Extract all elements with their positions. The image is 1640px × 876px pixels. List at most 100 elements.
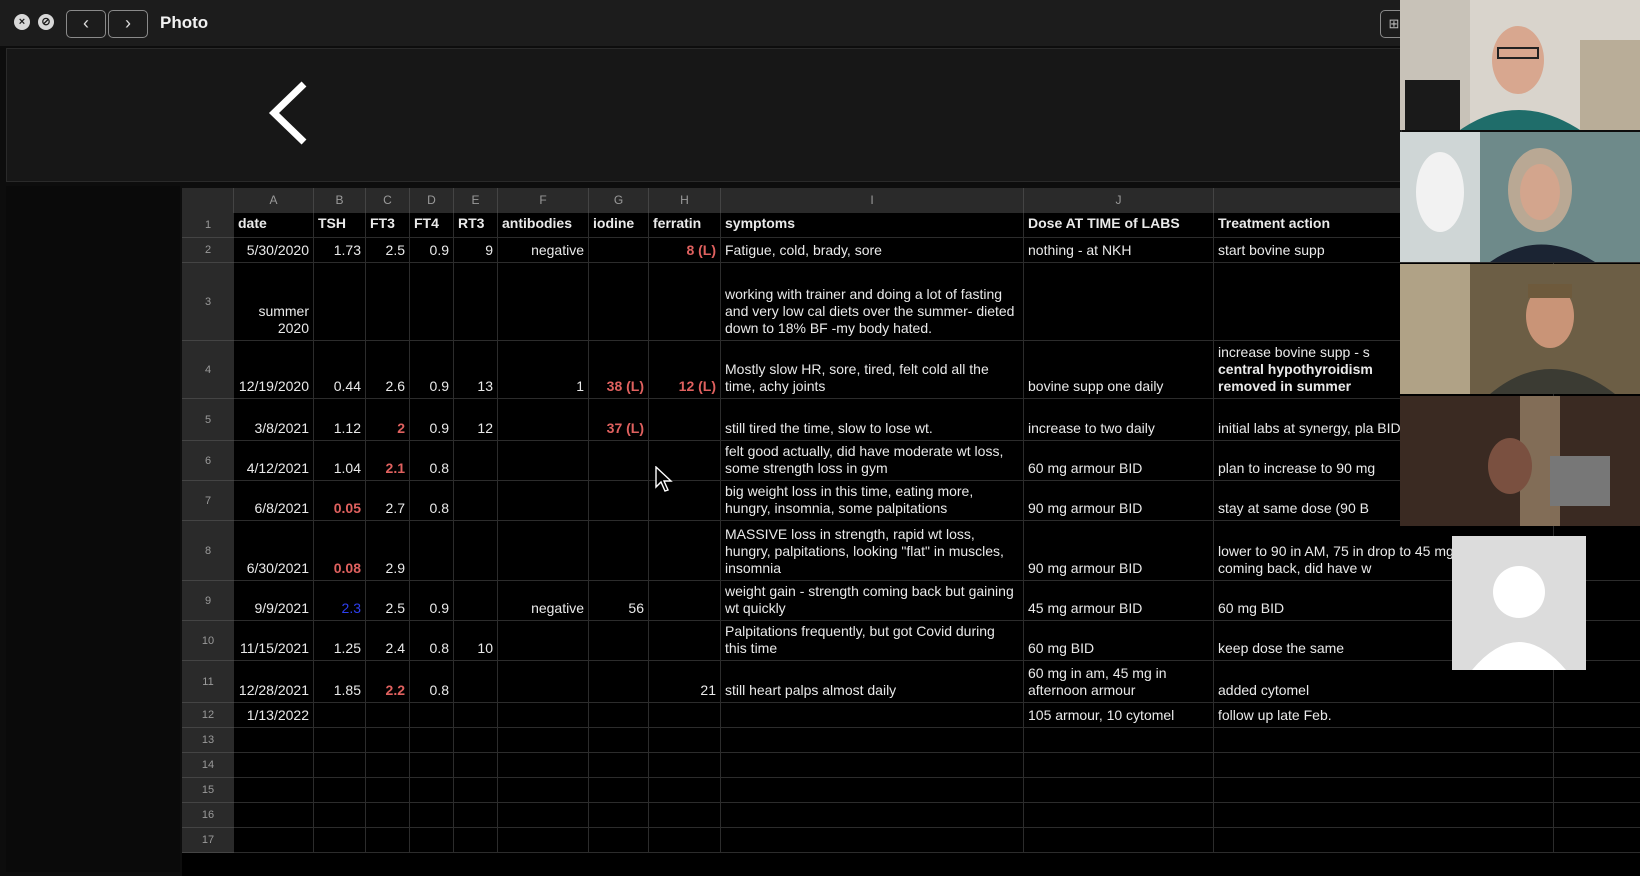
cell-tsh[interactable]	[314, 753, 366, 777]
cell-ft3[interactable]: 2.9	[366, 521, 410, 580]
column-header-d[interactable]: D	[410, 188, 454, 213]
cell-tsh[interactable]: 0.05	[314, 481, 366, 520]
cell-antibodies[interactable]	[498, 263, 589, 340]
cell-tsh[interactable]: 1.12	[314, 399, 366, 440]
cell-iodine[interactable]	[589, 521, 649, 580]
cell-date[interactable]	[234, 778, 314, 802]
cell-rt3[interactable]: 10	[454, 621, 498, 660]
back-button[interactable]: ‹	[66, 10, 106, 38]
cell-ft3[interactable]: 2.7	[366, 481, 410, 520]
cell-date[interactable]: 1/13/2022	[234, 703, 314, 727]
column-header-j[interactable]: J	[1024, 188, 1214, 213]
cell-symptoms[interactable]: Fatigue, cold, brady, sore	[721, 238, 1024, 262]
cell-antibodies[interactable]	[498, 481, 589, 520]
cell-tsh[interactable]: 1.04	[314, 441, 366, 480]
cell-iodine[interactable]	[589, 703, 649, 727]
cell-iodine[interactable]	[589, 728, 649, 752]
cell-iodine[interactable]	[589, 621, 649, 660]
cell-symptoms[interactable]: MASSIVE loss in strength, rapid wt loss,…	[721, 521, 1024, 580]
cell-symptoms[interactable]: Palpitations frequently, but got Covid d…	[721, 621, 1024, 660]
column-title-dose[interactable]: Dose AT TIME of LABS	[1024, 213, 1214, 237]
cell-symptoms[interactable]: working with trainer and doing a lot of …	[721, 263, 1024, 340]
cell-ft4[interactable]: 0.8	[410, 661, 454, 702]
minimize-icon[interactable]: ⊘	[38, 14, 54, 30]
cell-dose[interactable]: 90 mg armour BID	[1024, 521, 1214, 580]
cell-ferratin[interactable]: 12 (L)	[649, 341, 721, 398]
row-header[interactable]: 13	[182, 728, 234, 753]
cell-tsh[interactable]: 1.85	[314, 661, 366, 702]
cell-rt3[interactable]	[454, 263, 498, 340]
cell-ft3[interactable]: 2.1	[366, 441, 410, 480]
cell-date[interactable]: 3/8/2021	[234, 399, 314, 440]
cell-dose[interactable]: 45 mg armour BID	[1024, 581, 1214, 620]
cell-ft3[interactable]	[366, 703, 410, 727]
cell-treatment[interactable]	[1214, 778, 1554, 802]
cell-dose[interactable]: bovine supp one daily	[1024, 341, 1214, 398]
cell-symptoms[interactable]: still tired the time, slow to lose wt.	[721, 399, 1024, 440]
cell-antibodies[interactable]: 1	[498, 341, 589, 398]
cell-ft4[interactable]	[410, 753, 454, 777]
cell-symptoms[interactable]: still heart palps almost daily	[721, 661, 1024, 702]
cell-dose[interactable]	[1024, 803, 1214, 827]
cell-rt3[interactable]	[454, 521, 498, 580]
cell-symptoms[interactable]	[721, 803, 1024, 827]
row-header[interactable]: 9	[182, 581, 234, 621]
cell-tsh[interactable]	[314, 828, 366, 852]
cell-ft4[interactable]: 0.8	[410, 481, 454, 520]
cell-antibodies[interactable]	[498, 728, 589, 752]
cell-ft4[interactable]: 0.8	[410, 441, 454, 480]
cell-iodine[interactable]	[589, 263, 649, 340]
row-header[interactable]: 3	[182, 263, 234, 341]
cell-date[interactable]: 12/19/2020	[234, 341, 314, 398]
row-header[interactable]: 2	[182, 238, 234, 263]
cell-iodine[interactable]: 38 (L)	[589, 341, 649, 398]
cell-dose[interactable]	[1024, 753, 1214, 777]
column-title-antibodies[interactable]: antibodies	[498, 213, 589, 237]
cell-symptoms[interactable]	[721, 753, 1024, 777]
row-header[interactable]: 1	[182, 213, 234, 238]
column-title-date[interactable]: date	[234, 213, 314, 237]
previous-photo-icon[interactable]	[266, 78, 310, 161]
cell-ft3[interactable]: 2.5	[366, 581, 410, 620]
cell-ferratin[interactable]	[649, 703, 721, 727]
cell-dose[interactable]: nothing - at NKH	[1024, 238, 1214, 262]
cell-tsh[interactable]	[314, 263, 366, 340]
cell-ft3[interactable]	[366, 778, 410, 802]
cell-ferratin[interactable]	[649, 728, 721, 752]
cell-ferratin[interactable]	[649, 778, 721, 802]
cell-ferratin[interactable]: 21	[649, 661, 721, 702]
cell-dose[interactable]	[1024, 828, 1214, 852]
cell-rt3[interactable]: 9	[454, 238, 498, 262]
cell-date[interactable]	[234, 803, 314, 827]
column-header-f[interactable]: F	[498, 188, 589, 213]
cell-date[interactable]	[234, 753, 314, 777]
cell-ferratin[interactable]	[649, 581, 721, 620]
cell-antibodies[interactable]	[498, 661, 589, 702]
cell-ft4[interactable]: 0.8	[410, 621, 454, 660]
column-title-ft4[interactable]: FT4	[410, 213, 454, 237]
cell-ferratin[interactable]	[649, 828, 721, 852]
forward-button[interactable]: ›	[108, 10, 148, 38]
cell-ft3[interactable]	[366, 753, 410, 777]
cell-rt3[interactable]	[454, 581, 498, 620]
cell-ft4[interactable]	[410, 778, 454, 802]
cell-ft3[interactable]	[366, 728, 410, 752]
cell-ft3[interactable]: 2	[366, 399, 410, 440]
cell-tsh[interactable]	[314, 803, 366, 827]
row-header[interactable]: 4	[182, 341, 234, 399]
row-header[interactable]: 14	[182, 753, 234, 778]
cell-antibodies[interactable]	[498, 521, 589, 580]
cell-tsh[interactable]: 0.44	[314, 341, 366, 398]
cell-date[interactable]: 6/8/2021	[234, 481, 314, 520]
cell-date[interactable]	[234, 828, 314, 852]
cell-dose[interactable]: 90 mg armour BID	[1024, 481, 1214, 520]
cell-ft4[interactable]	[410, 521, 454, 580]
cell-ft4[interactable]	[410, 828, 454, 852]
cell-symptoms[interactable]	[721, 778, 1024, 802]
cell-symptoms[interactable]	[721, 703, 1024, 727]
column-title-tsh[interactable]: TSH	[314, 213, 366, 237]
cell-tsh[interactable]: 2.3	[314, 581, 366, 620]
cell-ft3[interactable]: 2.2	[366, 661, 410, 702]
cell-iodine[interactable]	[589, 441, 649, 480]
cell-treatment[interactable]	[1214, 728, 1554, 752]
